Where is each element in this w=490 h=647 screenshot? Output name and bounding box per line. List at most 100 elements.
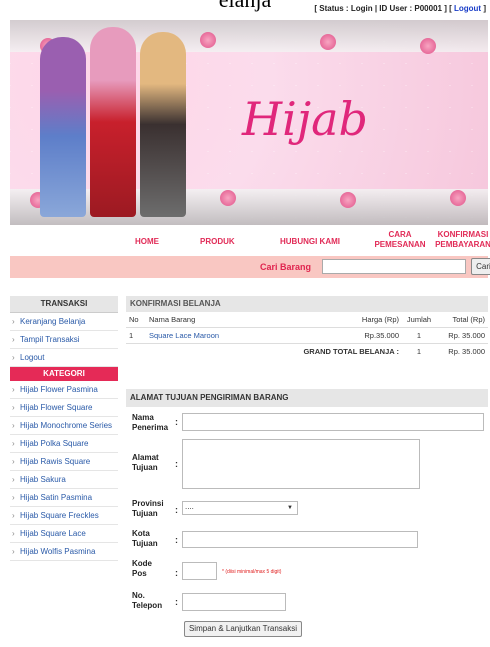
sidebar-item-category[interactable]: Hijab Polka Square: [10, 435, 118, 453]
cell-jumlah: 1: [402, 327, 436, 344]
sidebar-item-category[interactable]: Hijab Monochrome Series: [10, 417, 118, 435]
sidebar-item-category[interactable]: Hijab Wolfis Pasmina: [10, 543, 118, 561]
label-no-telepon: No. Telepon: [132, 591, 162, 611]
col-nama-barang: Nama Barang: [149, 315, 196, 324]
label-alamat-tujuan: Alamat Tujuan: [132, 453, 159, 473]
colon: :: [175, 505, 178, 515]
kota-tujuan-input[interactable]: [182, 531, 418, 548]
nav-produk[interactable]: PRODUK: [200, 237, 235, 247]
sidebar-item-category[interactable]: Hijab Flower Pasmina: [10, 381, 118, 399]
main-nav: HOME PRODUK HUBUNGI KAMI CARA PEMESANAN K…: [120, 230, 490, 256]
submit-transaction-button[interactable]: Simpan & Lanjutkan Transaksi: [184, 621, 302, 637]
sidebar-item-category[interactable]: Hijab Flower Square: [10, 399, 118, 417]
nav-konf-line1: KONFIRMASI: [437, 230, 489, 239]
label-prov-l2: Tujuan: [132, 509, 158, 518]
search-label: Cari Barang: [260, 262, 312, 272]
rose-icon: [340, 192, 356, 208]
sidebar-kategori-heading: KATEGORI: [10, 367, 118, 381]
shipping-form: Nama Penerima : Alamat Tujuan : Provinsi Tu…: [126, 407, 488, 647]
nav-cara-line2: PEMESANAN: [374, 240, 426, 249]
cell-no: 1: [126, 327, 146, 344]
model-figure-red: [90, 27, 136, 217]
chevron-down-icon: ▼: [287, 505, 293, 511]
cart-heading: KONFIRMASI BELANJA: [126, 296, 488, 312]
status-text: [ Status : Login | ID User : P00001 ] [: [314, 4, 452, 13]
status-line: [ Status : Login | ID User : P00001 ] [ …: [314, 4, 486, 13]
label-telp-l1: No.: [132, 591, 145, 600]
label-kota-l2: Tujuan: [132, 539, 158, 548]
sidebar-item-category[interactable]: Hijab Sakura: [10, 471, 118, 489]
label-kota-l1: Kota: [132, 529, 150, 538]
status-suffix: ]: [483, 4, 486, 13]
sidebar-item-category[interactable]: Hijab Square Freckles: [10, 507, 118, 525]
main-content: KONFIRMASI BELANJA No Nama Barang Harga …: [126, 296, 488, 647]
cart-table: No Nama Barang Harga (Rp) Jumlah Total (…: [126, 312, 488, 359]
rose-icon: [200, 32, 216, 48]
label-prov-l1: Provinsi: [132, 499, 164, 508]
cell-nama: Square Lace Maroon: [146, 327, 336, 344]
sidebar-item-keranjang[interactable]: Keranjang Belanja: [10, 313, 118, 331]
col-total: Total (Rp): [452, 315, 485, 324]
search-button[interactable]: Cari: [471, 258, 490, 275]
model-figure-purple: [40, 37, 86, 217]
label-nama-l1: Nama: [132, 413, 154, 422]
sidebar: TRANSAKSI Keranjang Belanja Tampil Trans…: [10, 296, 118, 561]
label-kode-l2: Pos: [132, 569, 147, 578]
cell-harga: Rp.35.000: [336, 327, 402, 344]
col-harga: Harga (Rp): [361, 315, 399, 324]
col-jumlah: Jumlah: [406, 315, 432, 324]
provinsi-select[interactable]: .... ▼: [182, 501, 298, 515]
label-kota-tujuan: Kota Tujuan: [132, 529, 158, 549]
label-kode-l1: Kode: [132, 559, 152, 568]
sidebar-item-logout[interactable]: Logout: [10, 349, 118, 367]
label-kode-pos: Kode Pos: [132, 559, 152, 579]
cell-total: Rp. 35.000: [436, 327, 488, 344]
colon: :: [175, 535, 178, 545]
nav-home[interactable]: HOME: [135, 237, 159, 247]
rose-icon: [420, 38, 436, 54]
nav-konfirmasi-pembayaran[interactable]: KONFIRMASI PEMBAYARAN: [432, 230, 490, 250]
search-input[interactable]: [322, 259, 466, 274]
logout-link[interactable]: Logout: [454, 4, 481, 13]
hijab-logo: Hijab: [242, 92, 368, 146]
label-nama-l2: Penerima: [132, 423, 169, 432]
search-bar: Cari Barang Cari: [10, 256, 490, 278]
colon: :: [175, 597, 178, 607]
sidebar-item-category[interactable]: Hijab Square Lace: [10, 525, 118, 543]
sidebar-item-category[interactable]: Hijab Rawis Square: [10, 453, 118, 471]
sidebar-item-tampil-transaksi[interactable]: Tampil Transaksi: [10, 331, 118, 349]
sidebar-item-category[interactable]: Hijab Satin Pasmina: [10, 489, 118, 507]
shipping-heading: ALAMAT TUJUAN PENGIRIMAN BARANG: [126, 389, 488, 407]
kode-pos-hint: * (diisi minimal/max 5 digit): [222, 569, 282, 575]
grand-total-label: GRAND TOTAL BELANJA :: [303, 347, 399, 356]
rose-icon: [320, 34, 336, 50]
grand-total-row: GRAND TOTAL BELANJA : 1 Rp. 35.000: [126, 344, 488, 360]
nav-hubungi-kami[interactable]: HUBUNGI KAMI: [280, 237, 340, 247]
colon: :: [175, 459, 178, 469]
kode-pos-input[interactable]: [182, 562, 217, 580]
label-provinsi-tujuan: Provinsi Tujuan: [132, 499, 164, 519]
nav-cara-pemesanan[interactable]: CARA PEMESANAN: [370, 230, 430, 250]
label-alamat-l2: Tujuan: [132, 463, 158, 472]
grand-total-value: Rp. 35.000: [448, 347, 485, 356]
rose-icon: [220, 190, 236, 206]
product-link[interactable]: Square Lace Maroon: [149, 331, 219, 340]
label-telp-l2: Telepon: [132, 601, 163, 610]
model-figure-dark: [140, 32, 186, 217]
alamat-tujuan-textarea[interactable]: [182, 439, 420, 489]
no-telepon-input[interactable]: [182, 593, 286, 611]
rose-icon: [450, 190, 466, 206]
label-alamat-l1: Alamat: [132, 453, 159, 462]
header-banner: Hijab: [10, 20, 488, 225]
col-no: No: [129, 315, 139, 324]
sidebar-transaksi-heading: TRANSAKSI: [10, 296, 118, 313]
label-nama-penerima: Nama Penerima: [132, 413, 168, 433]
table-row: 1 Square Lace Maroon Rp.35.000 1 Rp. 35.…: [126, 327, 488, 344]
colon: :: [175, 568, 178, 578]
nav-cara-line1: CARA: [388, 230, 412, 239]
nama-penerima-input[interactable]: [182, 413, 484, 431]
colon: :: [175, 417, 178, 427]
grand-total-qty: 1: [416, 347, 422, 356]
nav-konf-line2: PEMBAYARAN: [435, 240, 490, 249]
provinsi-value: ....: [185, 502, 194, 511]
